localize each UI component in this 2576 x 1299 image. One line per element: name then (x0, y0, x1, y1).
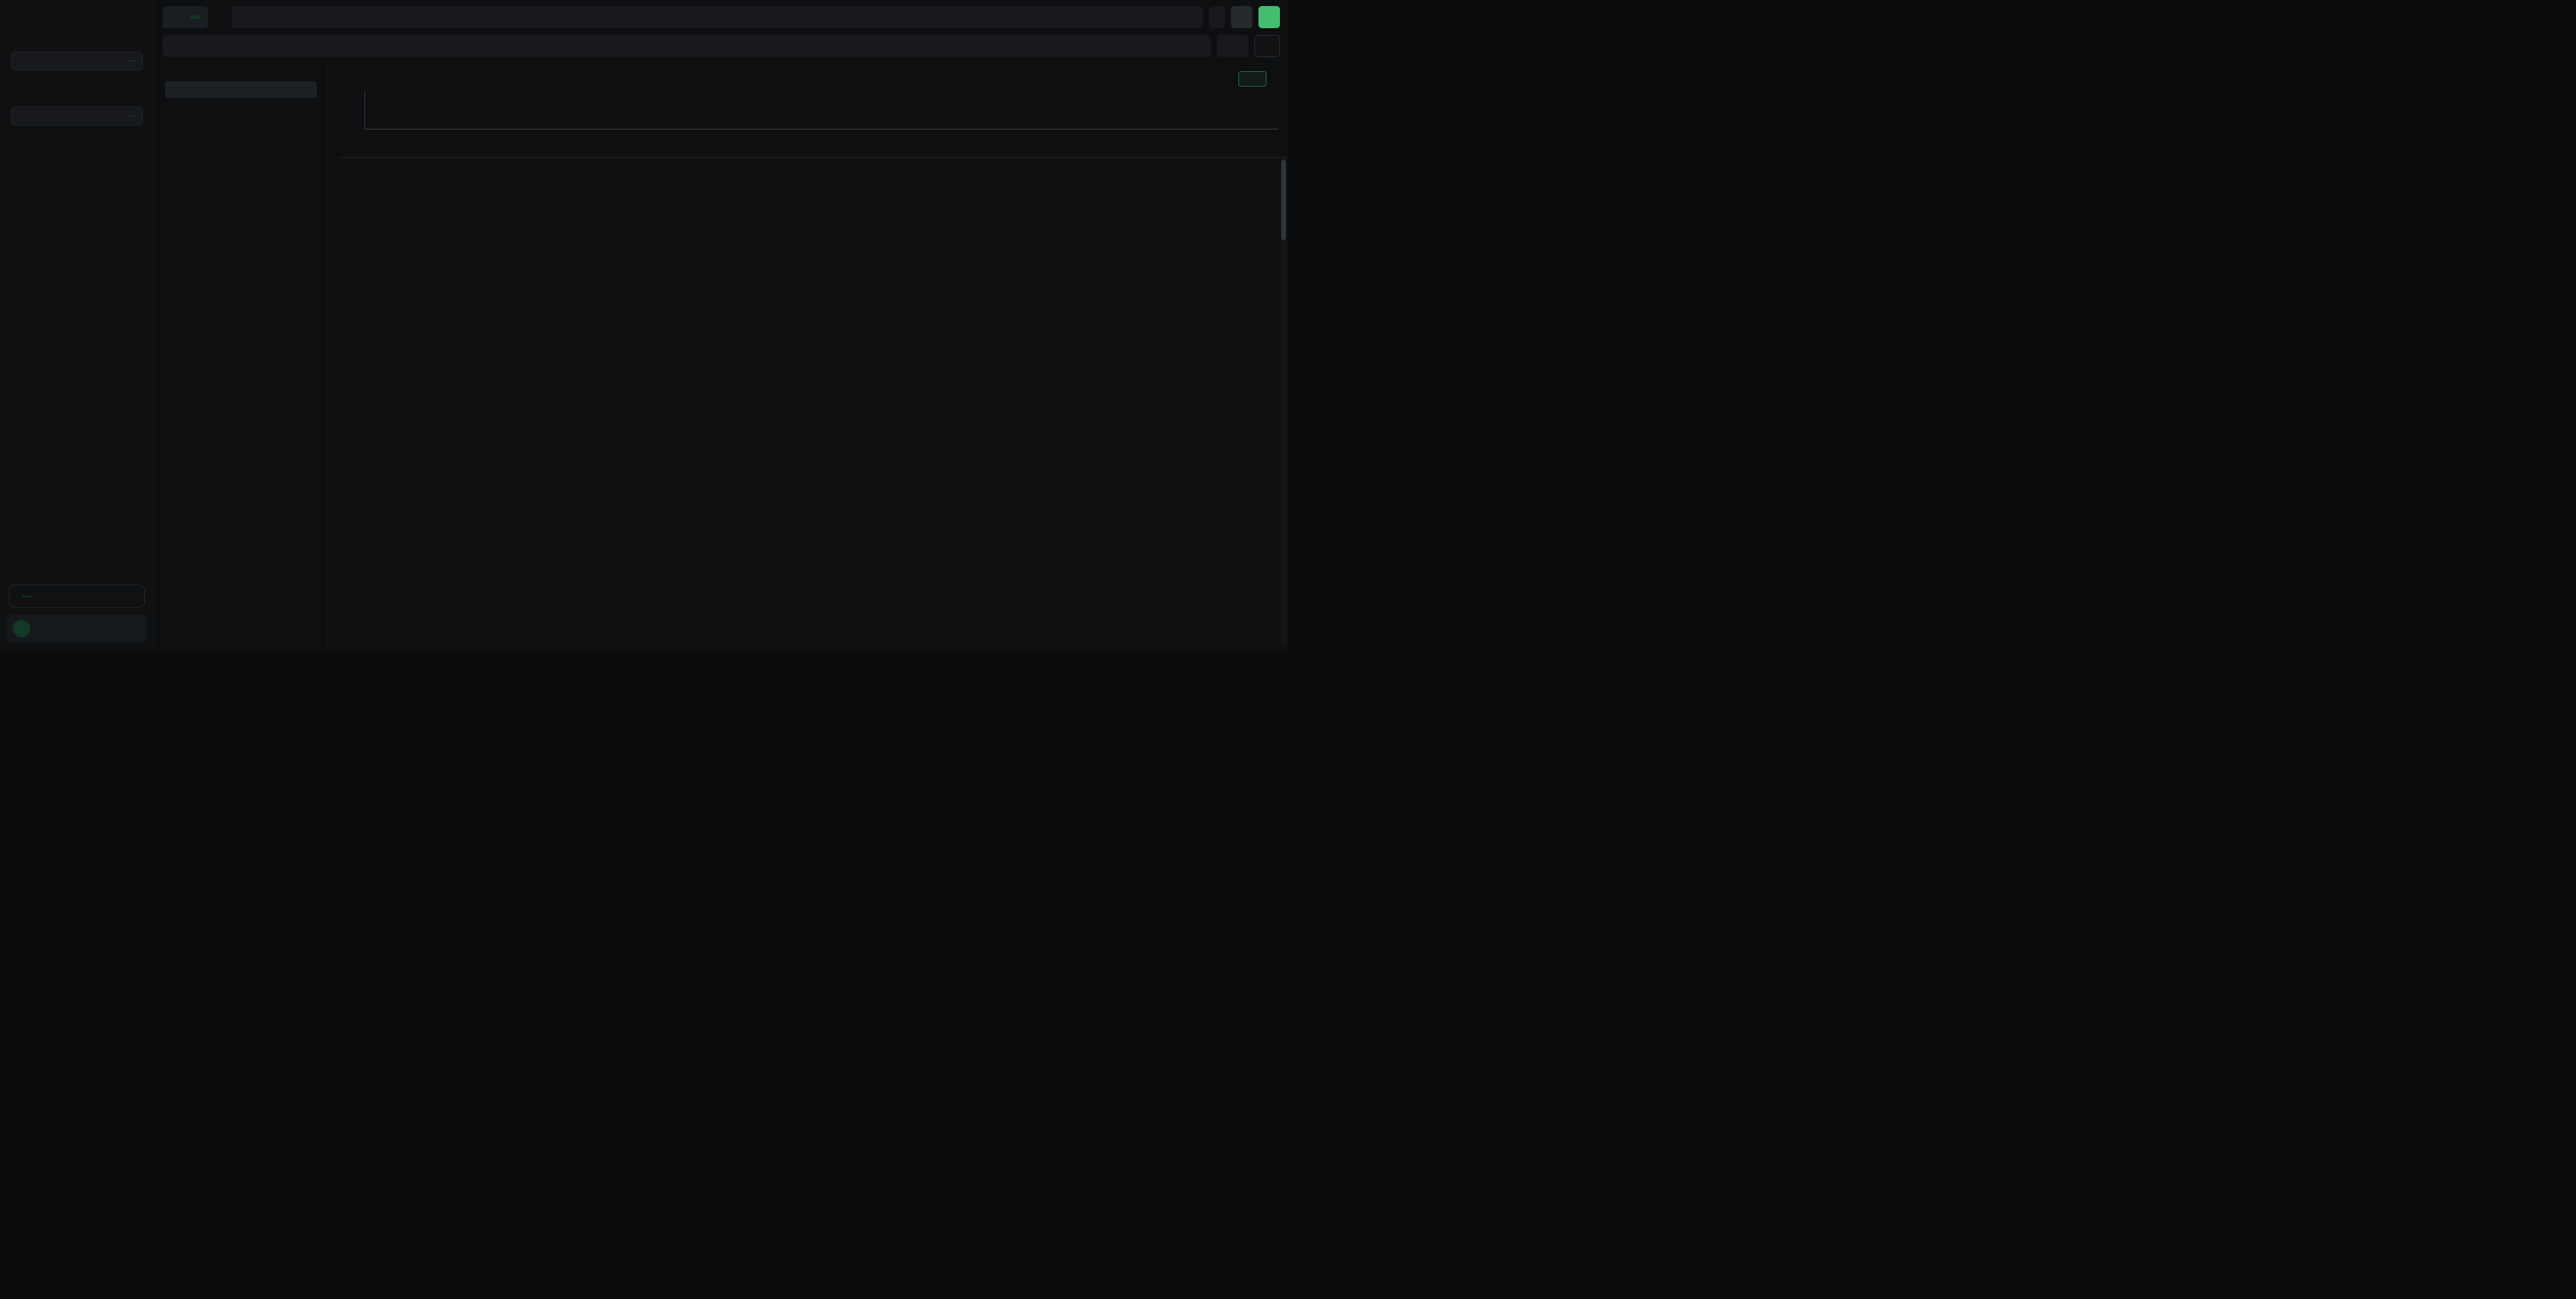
chevron-down-icon (240, 86, 247, 93)
chevron-up-icon (134, 36, 142, 44)
left-sidebar (0, 0, 154, 650)
download-icon[interactable] (1265, 143, 1275, 152)
collapse-sidebar-icon[interactable] (132, 10, 142, 20)
sidebar-item-search[interactable] (7, 30, 147, 50)
results-table-header-row (339, 138, 1288, 158)
search-nav-icon (12, 35, 22, 45)
plus-icon (12, 91, 21, 100)
results-area (328, 64, 1288, 650)
saved-searches-input[interactable] (11, 52, 143, 70)
chevron-down-icon (13, 147, 21, 154)
run-query-button[interactable] (1254, 35, 1280, 57)
vertical-scrollbar[interactable] (1281, 158, 1287, 645)
chevron-right-icon (134, 625, 141, 633)
create-dashboard-button[interactable] (7, 85, 147, 105)
save-button[interactable] (1231, 6, 1252, 28)
brand (7, 8, 147, 30)
events-histogram (339, 91, 1288, 129)
saved-dashboards-input[interactable] (11, 107, 143, 125)
get-started-header[interactable] (17, 592, 137, 600)
get-started-card (9, 584, 145, 608)
row-density-icon[interactable] (1246, 143, 1255, 152)
app-root (0, 0, 1288, 650)
progress-badge (22, 596, 32, 597)
sidebar-item-team-settings[interactable] (7, 166, 147, 187)
alerts-button[interactable] (1258, 6, 1280, 28)
event-search-input[interactable] (162, 35, 1211, 57)
search-toolbar (154, 32, 1288, 64)
filters-panel (154, 64, 328, 650)
gear-icon (12, 172, 22, 182)
table-body (339, 158, 1288, 650)
scrollbar-thumb[interactable] (1281, 160, 1286, 240)
bolt-icon (1246, 75, 1254, 83)
sql-query-input[interactable] (232, 6, 1203, 28)
source-settings-gear-icon[interactable] (214, 11, 226, 23)
top-toolbar (154, 0, 1288, 32)
chevron-up-icon (130, 592, 137, 600)
avatar (13, 620, 30, 637)
search-icon (17, 111, 27, 121)
no-saved-dashboards-note (7, 128, 147, 140)
user-menu[interactable] (7, 615, 147, 643)
results-toolbar (339, 66, 1288, 91)
time-range-picker[interactable] (1217, 35, 1248, 57)
traces-source-icon (170, 13, 179, 22)
source-selector[interactable] (162, 6, 208, 28)
order-by-input[interactable] (1209, 6, 1225, 28)
no-saved-searches-note (7, 73, 147, 85)
search-icon (17, 56, 27, 66)
histogram-plot (364, 91, 1279, 129)
table-tools (1226, 143, 1288, 152)
schema-badge[interactable] (190, 15, 201, 19)
resume-live-tail-button[interactable] (1238, 71, 1267, 87)
calendar-icon (1225, 42, 1234, 51)
presets-header[interactable] (7, 140, 147, 157)
more-filters-button[interactable] (165, 81, 317, 98)
shortcut-badge (128, 115, 136, 117)
hyperdx-logo-icon (12, 9, 23, 20)
view-sql-icon[interactable] (1226, 143, 1236, 152)
play-icon (1262, 42, 1272, 51)
histogram-y-axis (339, 91, 364, 129)
shortcut-badge (128, 60, 136, 62)
histogram-x-axis (339, 129, 1288, 138)
